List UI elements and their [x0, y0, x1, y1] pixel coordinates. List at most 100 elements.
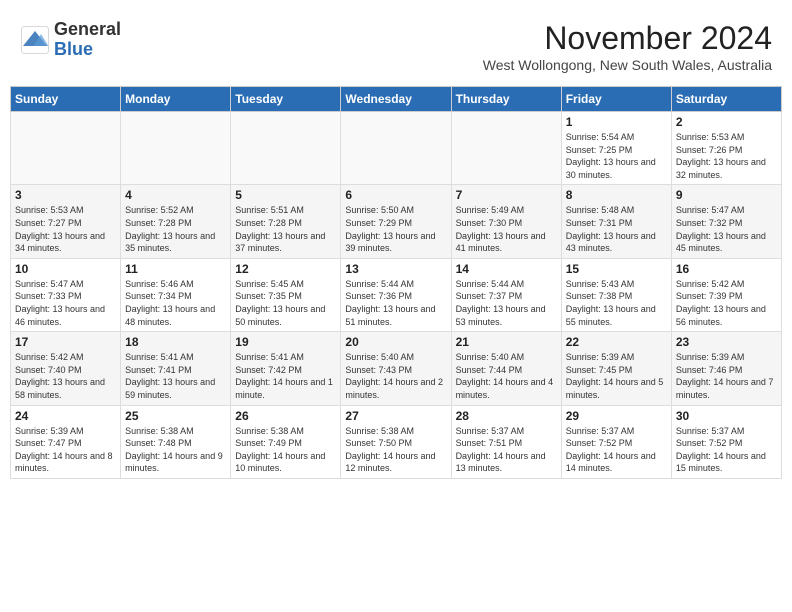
calendar-cell: 3 Sunrise: 5:53 AM Sunset: 7:27 PM Daylig… — [11, 185, 121, 258]
day-number: 6 — [345, 188, 446, 202]
day-number: 30 — [676, 409, 777, 423]
day-number: 13 — [345, 262, 446, 276]
calendar-cell: 14 Sunrise: 5:44 AM Sunset: 7:37 PM Dayli… — [451, 258, 561, 331]
day-header-thursday: Thursday — [451, 87, 561, 112]
day-info: Sunrise: 5:48 AM Sunset: 7:31 PM Dayligh… — [566, 204, 667, 254]
page-header: General Blue November 2024 West Wollongo… — [10, 10, 782, 78]
day-info: Sunrise: 5:53 AM Sunset: 7:27 PM Dayligh… — [15, 204, 116, 254]
day-info: Sunrise: 5:38 AM Sunset: 7:50 PM Dayligh… — [345, 425, 446, 475]
day-number: 28 — [456, 409, 557, 423]
logo-text: General Blue — [54, 20, 121, 60]
day-info: Sunrise: 5:42 AM Sunset: 7:39 PM Dayligh… — [676, 278, 777, 328]
day-info: Sunrise: 5:37 AM Sunset: 7:52 PM Dayligh… — [566, 425, 667, 475]
day-header-wednesday: Wednesday — [341, 87, 451, 112]
day-number: 5 — [235, 188, 336, 202]
day-number: 20 — [345, 335, 446, 349]
day-info: Sunrise: 5:42 AM Sunset: 7:40 PM Dayligh… — [15, 351, 116, 401]
calendar-cell: 11 Sunrise: 5:46 AM Sunset: 7:34 PM Dayli… — [121, 258, 231, 331]
day-info: Sunrise: 5:47 AM Sunset: 7:33 PM Dayligh… — [15, 278, 116, 328]
day-number: 19 — [235, 335, 336, 349]
calendar-cell: 12 Sunrise: 5:45 AM Sunset: 7:35 PM Dayli… — [231, 258, 341, 331]
day-number: 2 — [676, 115, 777, 129]
day-info: Sunrise: 5:40 AM Sunset: 7:43 PM Dayligh… — [345, 351, 446, 401]
day-header-friday: Friday — [561, 87, 671, 112]
calendar-cell — [341, 112, 451, 185]
location-title: West Wollongong, New South Wales, Austra… — [483, 57, 772, 73]
day-info: Sunrise: 5:41 AM Sunset: 7:41 PM Dayligh… — [125, 351, 226, 401]
calendar-cell: 25Sunrise: 5:38 AM Sunset: 7:48 PM Dayli… — [121, 405, 231, 478]
day-number: 14 — [456, 262, 557, 276]
calendar-cell: 7 Sunrise: 5:49 AM Sunset: 7:30 PM Daylig… — [451, 185, 561, 258]
day-number: 25 — [125, 409, 226, 423]
day-number: 7 — [456, 188, 557, 202]
calendar-cell: 8 Sunrise: 5:48 AM Sunset: 7:31 PM Daylig… — [561, 185, 671, 258]
calendar-cell: 10Sunrise: 5:47 AM Sunset: 7:33 PM Dayli… — [11, 258, 121, 331]
calendar-cell: 23 Sunrise: 5:39 AM Sunset: 7:46 PM Dayli… — [671, 332, 781, 405]
day-number: 26 — [235, 409, 336, 423]
calendar-cell: 21 Sunrise: 5:40 AM Sunset: 7:44 PM Dayli… — [451, 332, 561, 405]
day-header-saturday: Saturday — [671, 87, 781, 112]
day-info: Sunrise: 5:46 AM Sunset: 7:34 PM Dayligh… — [125, 278, 226, 328]
day-number: 11 — [125, 262, 226, 276]
day-number: 22 — [566, 335, 667, 349]
day-number: 27 — [345, 409, 446, 423]
day-info: Sunrise: 5:44 AM Sunset: 7:37 PM Dayligh… — [456, 278, 557, 328]
calendar-cell: 20 Sunrise: 5:40 AM Sunset: 7:43 PM Dayli… — [341, 332, 451, 405]
day-number: 21 — [456, 335, 557, 349]
day-info: Sunrise: 5:51 AM Sunset: 7:28 PM Dayligh… — [235, 204, 336, 254]
calendar-cell: 24 Sunrise: 5:39 AM Sunset: 7:47 PM Dayli… — [11, 405, 121, 478]
day-info: Sunrise: 5:39 AM Sunset: 7:46 PM Dayligh… — [676, 351, 777, 401]
day-number: 8 — [566, 188, 667, 202]
calendar-cell — [11, 112, 121, 185]
day-info: Sunrise: 5:49 AM Sunset: 7:30 PM Dayligh… — [456, 204, 557, 254]
day-info: Sunrise: 5:52 AM Sunset: 7:28 PM Dayligh… — [125, 204, 226, 254]
title-block: November 2024 West Wollongong, New South… — [483, 20, 772, 73]
day-info: Sunrise: 5:40 AM Sunset: 7:44 PM Dayligh… — [456, 351, 557, 401]
calendar-cell — [231, 112, 341, 185]
calendar-cell: 22 Sunrise: 5:39 AM Sunset: 7:45 PM Dayli… — [561, 332, 671, 405]
day-header-monday: Monday — [121, 87, 231, 112]
logo-blue: Blue — [54, 40, 121, 60]
day-number: 4 — [125, 188, 226, 202]
calendar-cell: 27 Sunrise: 5:38 AM Sunset: 7:50 PM Dayli… — [341, 405, 451, 478]
day-info: Sunrise: 5:41 AM Sunset: 7:42 PM Dayligh… — [235, 351, 336, 401]
day-number: 15 — [566, 262, 667, 276]
day-info: Sunrise: 5:54 AM Sunset: 7:25 PM Dayligh… — [566, 131, 667, 181]
calendar-cell: 5 Sunrise: 5:51 AM Sunset: 7:28 PM Daylig… — [231, 185, 341, 258]
day-info: Sunrise: 5:43 AM Sunset: 7:38 PM Dayligh… — [566, 278, 667, 328]
day-info: Sunrise: 5:50 AM Sunset: 7:29 PM Dayligh… — [345, 204, 446, 254]
calendar-header-row: SundayMondayTuesdayWednesdayThursdayFrid… — [11, 87, 782, 112]
day-number: 3 — [15, 188, 116, 202]
calendar-cell: 13Sunrise: 5:44 AM Sunset: 7:36 PM Dayli… — [341, 258, 451, 331]
day-number: 17 — [15, 335, 116, 349]
day-number: 24 — [15, 409, 116, 423]
calendar-cell — [121, 112, 231, 185]
calendar-week-3: 10Sunrise: 5:47 AM Sunset: 7:33 PM Dayli… — [11, 258, 782, 331]
day-number: 12 — [235, 262, 336, 276]
day-number: 23 — [676, 335, 777, 349]
calendar-cell: 4 Sunrise: 5:52 AM Sunset: 7:28 PM Daylig… — [121, 185, 231, 258]
day-number: 9 — [676, 188, 777, 202]
calendar-week-5: 24 Sunrise: 5:39 AM Sunset: 7:47 PM Dayli… — [11, 405, 782, 478]
day-info: Sunrise: 5:39 AM Sunset: 7:45 PM Dayligh… — [566, 351, 667, 401]
day-info: Sunrise: 5:37 AM Sunset: 7:51 PM Dayligh… — [456, 425, 557, 475]
calendar-cell: 30Sunrise: 5:37 AM Sunset: 7:52 PM Dayli… — [671, 405, 781, 478]
calendar-cell: 9Sunrise: 5:47 AM Sunset: 7:32 PM Daylig… — [671, 185, 781, 258]
day-info: Sunrise: 5:53 AM Sunset: 7:26 PM Dayligh… — [676, 131, 777, 181]
calendar-table: SundayMondayTuesdayWednesdayThursdayFrid… — [10, 86, 782, 479]
day-number: 1 — [566, 115, 667, 129]
logo-icon — [20, 25, 50, 55]
day-info: Sunrise: 5:45 AM Sunset: 7:35 PM Dayligh… — [235, 278, 336, 328]
day-info: Sunrise: 5:39 AM Sunset: 7:47 PM Dayligh… — [15, 425, 116, 475]
calendar-week-4: 17 Sunrise: 5:42 AM Sunset: 7:40 PM Dayli… — [11, 332, 782, 405]
day-number: 18 — [125, 335, 226, 349]
calendar-cell: 16Sunrise: 5:42 AM Sunset: 7:39 PM Dayli… — [671, 258, 781, 331]
calendar-cell: 2 Sunrise: 5:53 AM Sunset: 7:26 PM Daylig… — [671, 112, 781, 185]
calendar-cell: 1 Sunrise: 5:54 AM Sunset: 7:25 PM Daylig… — [561, 112, 671, 185]
day-info: Sunrise: 5:38 AM Sunset: 7:49 PM Dayligh… — [235, 425, 336, 475]
calendar-week-2: 3 Sunrise: 5:53 AM Sunset: 7:27 PM Daylig… — [11, 185, 782, 258]
logo-general: General — [54, 20, 121, 40]
day-header-sunday: Sunday — [11, 87, 121, 112]
calendar-week-1: 1 Sunrise: 5:54 AM Sunset: 7:25 PM Daylig… — [11, 112, 782, 185]
calendar-cell: 29Sunrise: 5:37 AM Sunset: 7:52 PM Dayli… — [561, 405, 671, 478]
